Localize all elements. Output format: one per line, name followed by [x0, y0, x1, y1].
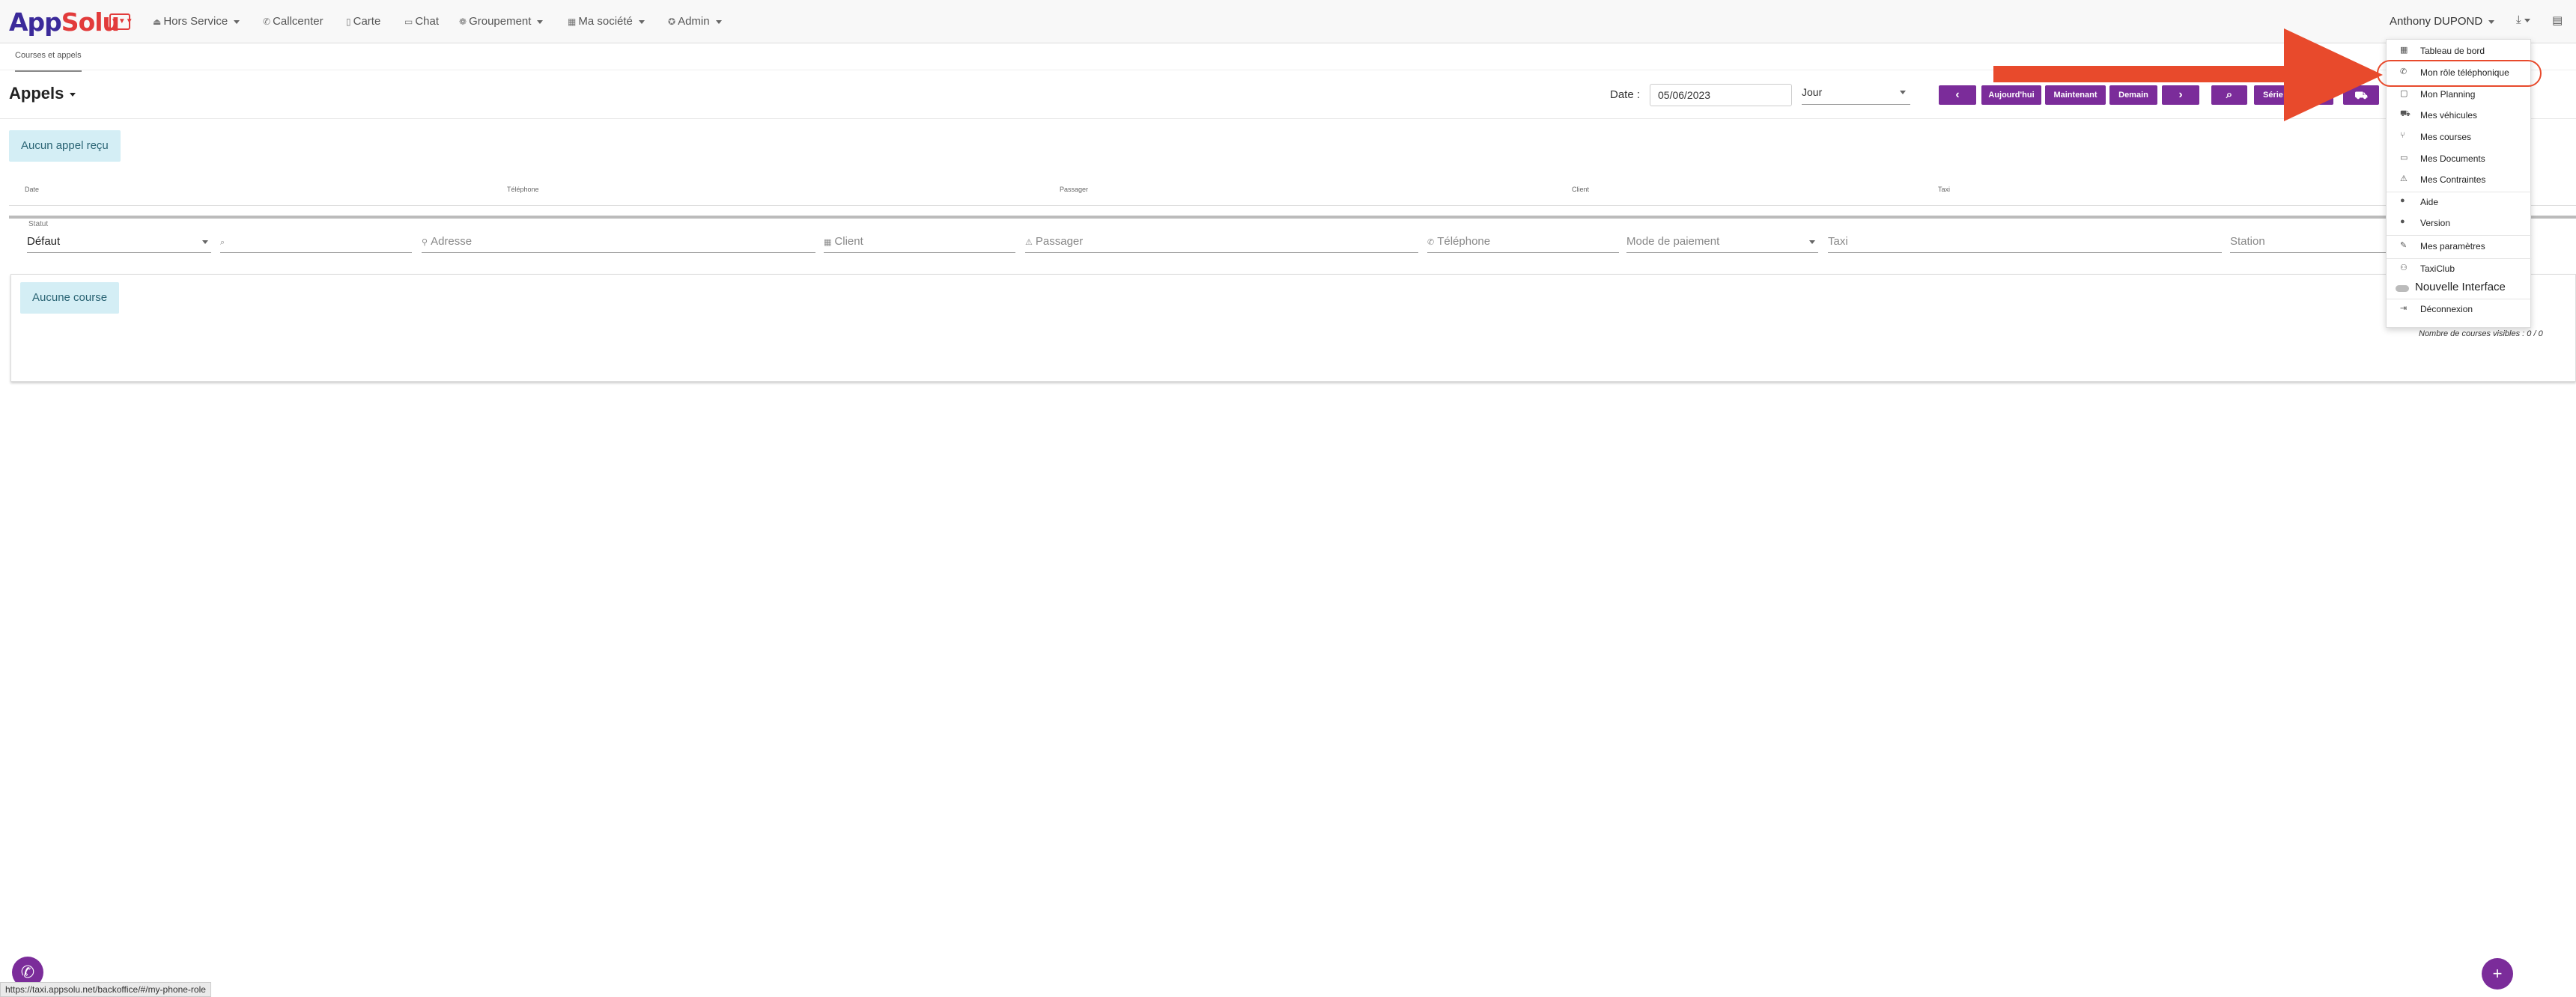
tab-courses-et-appels[interactable]: Courses et appels	[15, 51, 82, 72]
phone-icon: ✆	[20, 963, 35, 981]
nav-ma-societe[interactable]: ▦ Ma société	[568, 15, 645, 30]
users-icon: ⚇	[2400, 263, 2408, 272]
menu-item-version[interactable]: ● Version	[2387, 216, 2532, 232]
chat-icon: ▭	[404, 16, 413, 27]
section-divider	[9, 216, 2576, 219]
prev-day-button[interactable]: ‹	[1939, 85, 1976, 105]
chevron-down-icon	[1900, 91, 1906, 94]
menu-item-aide[interactable]: ● Aide	[2387, 195, 2532, 211]
date-label: Date :	[1610, 88, 1641, 101]
menu-item-mes-documents[interactable]: ▭ Mes Documents	[2387, 151, 2532, 168]
calendar-icon: ▢	[2400, 89, 2408, 98]
car-icon: ⛟	[2400, 109, 2411, 118]
statut-select[interactable]: Défaut	[27, 234, 211, 253]
chevron-down-icon	[1809, 240, 1815, 244]
station-filter[interactable]: Station	[2230, 234, 2386, 253]
wrench-icon: ✎	[2400, 241, 2408, 250]
download-icon[interactable]: ⤓	[2516, 13, 2530, 26]
nav-carte[interactable]: ▯ Carte	[346, 15, 380, 30]
logout-icon: ⇥	[2400, 304, 2408, 313]
column-date: Date	[25, 186, 40, 193]
route-icon: ⑂	[2400, 131, 2405, 140]
chevron-down-icon	[234, 19, 240, 24]
chevron-down-icon	[2488, 19, 2495, 24]
info-icon: ●	[2400, 217, 2405, 226]
menu-divider	[2387, 258, 2532, 259]
chevron-down-icon	[537, 19, 544, 24]
mode-paiement-select[interactable]: Mode de paiement	[1626, 234, 1818, 253]
status-icon: ⏏	[153, 16, 162, 27]
period-select[interactable]: Jour	[1802, 84, 1910, 105]
map-icon: ▯	[346, 16, 351, 27]
annotation-highlight-circle	[2377, 60, 2542, 87]
building-icon: ▦	[824, 238, 832, 247]
phone-icon: ✆	[1427, 238, 1435, 247]
passager-filter[interactable]: ⚠ Passager	[1025, 234, 1418, 253]
nav-chat[interactable]: ▭ Chat	[404, 15, 439, 30]
divider	[9, 205, 2576, 206]
user-menu-toggle[interactable]: Anthony DUPOND	[2390, 15, 2495, 28]
map-marker-icon: ⚲	[422, 238, 428, 247]
menu-item-mes-courses[interactable]: ⑂ Mes courses	[2387, 129, 2532, 146]
menu-item-mes-vehicules[interactable]: ⛟ Mes véhicules	[2387, 108, 2532, 124]
warning-icon: ⚠	[2400, 174, 2408, 183]
menu-divider	[2387, 235, 2532, 236]
column-taxi: Taxi	[1938, 186, 1951, 193]
column-telephone: Téléphone	[507, 186, 539, 193]
column-client: Client	[1572, 186, 1590, 193]
adresse-filter[interactable]: ⚲ Adresse	[422, 234, 815, 253]
chevron-down-icon	[638, 19, 645, 24]
link-preview-url: https://taxi.appsolu.net/backoffice/#/my…	[0, 982, 211, 997]
menu-item-taxiclub[interactable]: ⚇ TaxiClub	[2387, 261, 2532, 278]
chevron-down-icon	[202, 240, 208, 244]
toggle-switch-icon[interactable]	[2396, 285, 2409, 292]
taxi-filter[interactable]: Taxi	[1828, 234, 2222, 253]
column-passager: Passager	[1060, 186, 1089, 193]
menu-item-deconnexion[interactable]: ⇥ Déconnexion	[2387, 302, 2532, 318]
dashboard-icon: ▦	[2400, 46, 2408, 55]
menu-item-mes-parametres[interactable]: ✎ Mes paramètres	[2387, 239, 2532, 255]
plus-icon: +	[2492, 964, 2503, 983]
annotation-arrow-icon	[1993, 28, 2383, 121]
telephone-filter[interactable]: ✆ Téléphone	[1427, 234, 1619, 253]
no-calls-badge: Aucun appel reçu	[9, 130, 121, 162]
visible-courses-count: Nombre de courses visibles : 0 / 0	[2419, 329, 2543, 338]
menu-item-nouvelle-interface[interactable]: Nouvelle Interface	[2387, 281, 2532, 297]
phone-icon: ✆	[263, 16, 271, 27]
client-filter[interactable]: ▦ Client	[824, 234, 1015, 253]
nav-callcenter[interactable]: ✆ Callcenter	[263, 15, 323, 30]
courses-panel: Aucune course	[10, 274, 2576, 382]
card-icon[interactable]: ▤	[2552, 13, 2563, 27]
admin-icon: ✪	[668, 16, 676, 27]
menu-item-tableau-de-bord[interactable]: ▦ Tableau de bord	[2387, 43, 2532, 60]
search-icon: ⌕	[220, 238, 225, 247]
group-icon: ❁	[459, 16, 467, 27]
chevron-down-icon	[70, 92, 76, 97]
menu-item-mon-planning[interactable]: ▢ Mon Planning	[2387, 87, 2532, 103]
page-title[interactable]: Appels	[9, 84, 76, 103]
app-logo[interactable]: AppSolu	[9, 7, 120, 37]
search-input[interactable]: ⌕	[220, 234, 412, 253]
add-fab-button[interactable]: +	[2482, 958, 2513, 990]
logo-badge-icon: ▼▼▼	[109, 13, 133, 30]
nav-groupement[interactable]: ❁ Groupement	[459, 15, 544, 30]
statut-label: Statut	[28, 220, 49, 228]
menu-item-mes-contraintes[interactable]: ⚠ Mes Contraintes	[2387, 172, 2532, 189]
chevron-down-icon	[715, 19, 722, 24]
no-courses-badge: Aucune course	[20, 282, 120, 314]
help-icon: ●	[2400, 196, 2405, 205]
date-input[interactable]: 05/06/2023	[1650, 84, 1792, 106]
building-icon: ▦	[568, 16, 577, 27]
user-icon: ⚠	[1025, 238, 1033, 247]
folder-icon: ▭	[2400, 153, 2408, 162]
nav-hors-service[interactable]: ⏏ Hors Service	[153, 15, 240, 30]
nav-admin[interactable]: ✪ Admin	[668, 15, 722, 30]
